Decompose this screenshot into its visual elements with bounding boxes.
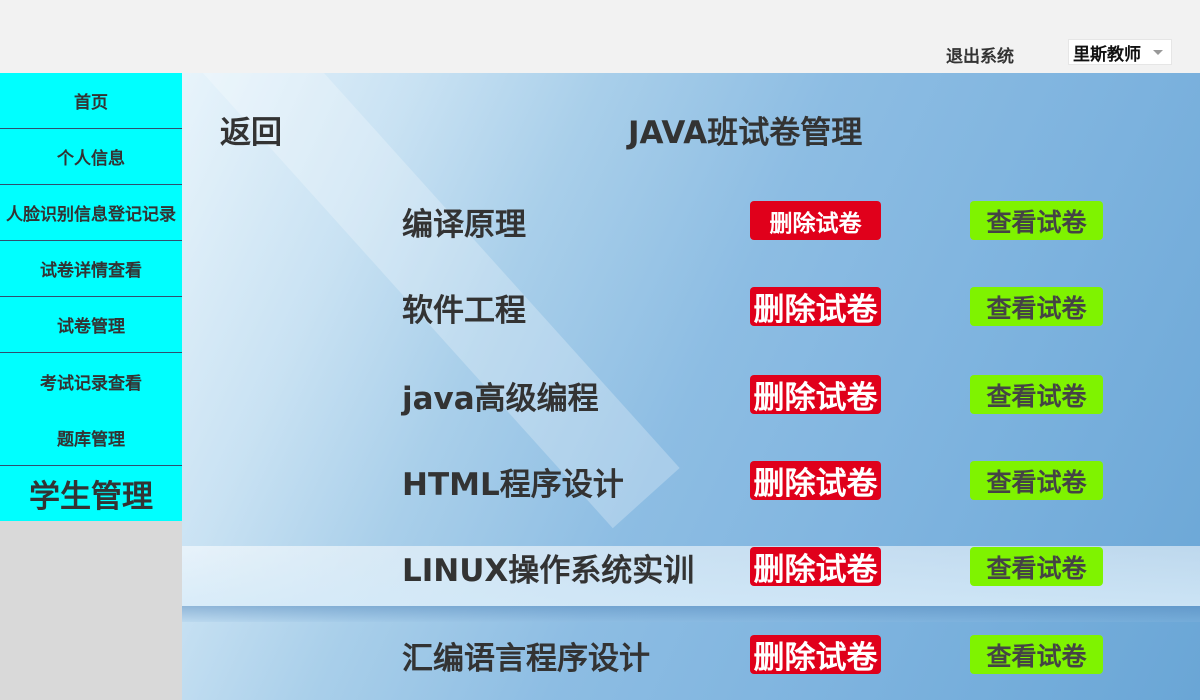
paper-name: LINUX操作系统实训 [402, 553, 695, 589]
delete-paper-button[interactable]: 删除试卷 [750, 201, 881, 240]
delete-paper-button[interactable]: 删除试卷 [750, 287, 881, 328]
sidebar-item-home[interactable]: 首页 [0, 73, 182, 129]
main-panel: 返回 JAVA班试卷管理 编译原理 删除试卷 查看试卷 软件工程 删除试卷 查看… [182, 73, 1200, 700]
paper-name: 汇编语言程序设计 [402, 641, 650, 677]
delete-paper-button[interactable]: 删除试卷 [750, 635, 881, 676]
sidebar-item-face-records[interactable]: 人脸识别信息登记记录 [0, 185, 182, 241]
view-paper-button[interactable]: 查看试卷 [970, 547, 1103, 586]
paper-name: java高级编程 [402, 381, 599, 417]
delete-paper-button[interactable]: 删除试卷 [750, 375, 881, 416]
view-paper-button[interactable]: 查看试卷 [970, 461, 1103, 500]
top-bar: 退出系统 里斯教师 [0, 0, 1200, 73]
view-paper-button[interactable]: 查看试卷 [970, 635, 1103, 674]
sidebar-item-paper-management[interactable]: 试卷管理 [0, 297, 182, 353]
delete-paper-button[interactable]: 删除试卷 [750, 461, 881, 502]
logout-link[interactable]: 退出系统 [946, 42, 1014, 67]
paper-name: HTML程序设计 [402, 467, 624, 503]
user-select-value: 里斯教师 [1073, 44, 1141, 65]
delete-paper-button[interactable]: 删除试卷 [750, 547, 881, 588]
back-link[interactable]: 返回 [220, 107, 282, 152]
sidebar-item-exam-records[interactable]: 考试记录查看 [0, 353, 182, 409]
sidebar-item-profile[interactable]: 个人信息 [0, 129, 182, 185]
user-select[interactable]: 里斯教师 [1068, 39, 1172, 65]
sidebar-item-student-management[interactable]: 学生管理 [0, 465, 182, 521]
sidebar: 首页 个人信息 人脸识别信息登记记录 试卷详情查看 试卷管理 考试记录查看 题库… [0, 73, 182, 700]
view-paper-button[interactable]: 查看试卷 [970, 201, 1103, 240]
chevron-down-icon [1153, 50, 1163, 55]
view-paper-button[interactable]: 查看试卷 [970, 287, 1103, 326]
paper-name: 软件工程 [402, 293, 526, 329]
sidebar-item-paper-details[interactable]: 试卷详情查看 [0, 241, 182, 297]
background-band-shadow [182, 606, 1200, 622]
view-paper-button[interactable]: 查看试卷 [970, 375, 1103, 414]
sidebar-item-question-bank[interactable]: 题库管理 [0, 409, 182, 465]
page-title: JAVA班试卷管理 [628, 115, 863, 151]
paper-name: 编译原理 [402, 207, 526, 243]
